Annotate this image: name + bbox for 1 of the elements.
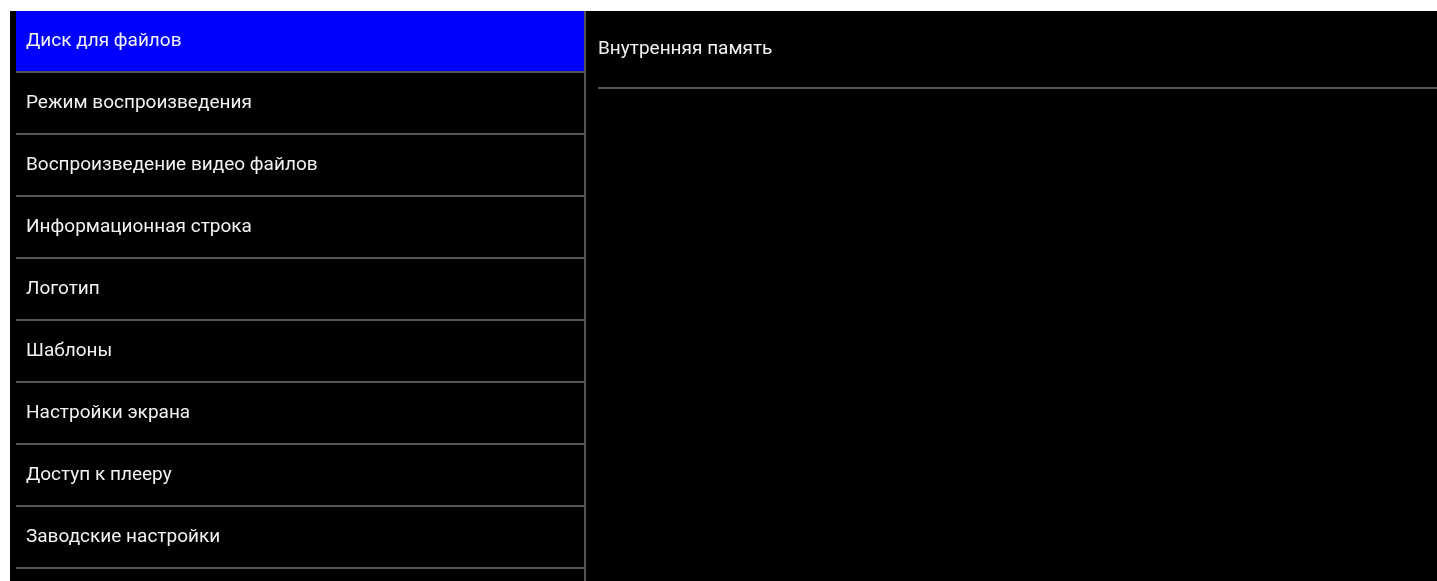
menu-item[interactable]: Диск для файлов bbox=[16, 11, 584, 73]
